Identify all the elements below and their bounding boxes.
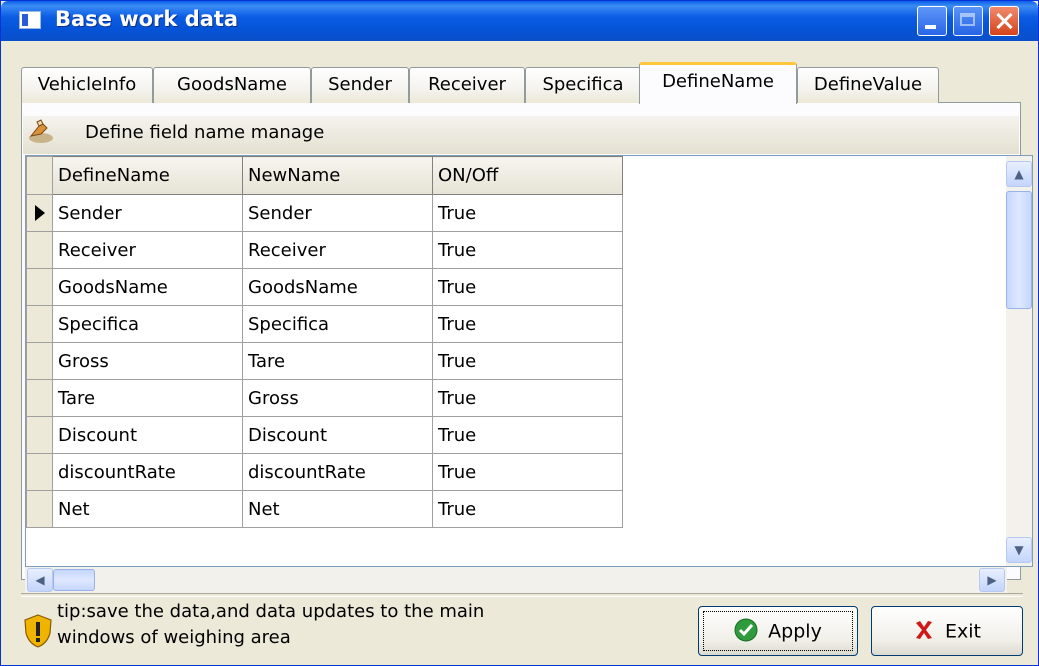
row-header-corner <box>26 156 53 195</box>
cell-onoff[interactable]: True <box>432 268 623 306</box>
cell-newname[interactable]: discountRate <box>242 453 433 491</box>
title-bar[interactable]: Base work data <box>1 1 1038 41</box>
table-row[interactable]: Receiver Receiver True <box>26 231 623 269</box>
cell-definename[interactable]: Specifica <box>52 305 243 343</box>
row-selector[interactable] <box>26 453 53 491</box>
cell-definename[interactable]: Discount <box>52 416 243 454</box>
cell-onoff[interactable]: True <box>432 453 623 491</box>
row-selector[interactable] <box>26 268 53 306</box>
scroll-down-icon[interactable]: ▼ <box>1006 537 1032 563</box>
table-row[interactable]: Tare Gross True <box>26 379 623 417</box>
row-selector[interactable] <box>26 231 53 269</box>
cell-definename[interactable]: Net <box>52 490 243 528</box>
row-selector[interactable] <box>26 490 53 528</box>
green-check-icon <box>734 618 758 641</box>
table-row[interactable]: Gross Tare True <box>26 342 623 380</box>
window-icon[interactable] <box>19 11 41 29</box>
table-row[interactable]: GoodsName GoodsName True <box>26 268 623 306</box>
cell-newname[interactable]: Sender <box>242 194 433 232</box>
close-button[interactable] <box>989 6 1019 36</box>
minimize-button[interactable] <box>917 6 947 36</box>
cell-onoff[interactable]: True <box>432 490 623 528</box>
cell-definename[interactable]: Sender <box>52 194 243 232</box>
row-selector-current[interactable] <box>26 194 53 232</box>
row-selector[interactable] <box>26 416 53 454</box>
vertical-scroll-thumb[interactable] <box>1006 191 1032 309</box>
column-header-definename[interactable]: DefineName <box>52 156 243 195</box>
column-header-onoff[interactable]: ON/Off <box>432 156 623 195</box>
table-row[interactable]: Specifica Specifica True <box>26 305 623 343</box>
tab-definevalue[interactable]: DefineValue <box>797 67 939 103</box>
tab-sender[interactable]: Sender <box>311 67 409 103</box>
cell-newname[interactable]: Specifica <box>242 305 433 343</box>
cell-newname[interactable]: Tare <box>242 342 433 380</box>
focus-rectangle <box>703 611 853 651</box>
maximize-button[interactable] <box>953 6 983 36</box>
cell-onoff[interactable]: True <box>432 305 623 343</box>
table-row[interactable]: discountRate discountRate True <box>26 453 623 491</box>
cell-definename[interactable]: discountRate <box>52 453 243 491</box>
window-title: Base work data <box>55 7 239 31</box>
panel-header-title: Define field name manage <box>85 122 325 143</box>
tab-vehicleinfo[interactable]: VehicleInfo <box>21 67 153 103</box>
cell-onoff[interactable]: True <box>432 231 623 269</box>
column-header-newname[interactable]: NewName <box>242 156 433 195</box>
edit-hand-icon <box>29 119 53 143</box>
apply-button[interactable]: Apply <box>698 606 858 656</box>
definename-grid[interactable]: DefineName NewName ON/Off Sender Sender … <box>25 155 1033 567</box>
cell-newname[interactable]: GoodsName <box>242 268 433 306</box>
scroll-right-icon[interactable]: ▶ <box>979 568 1005 592</box>
cell-newname[interactable]: Gross <box>242 379 433 417</box>
cell-onoff[interactable]: True <box>432 379 623 417</box>
tab-receiver[interactable]: Receiver <box>409 67 525 103</box>
tab-specifica[interactable]: Specifica <box>525 67 641 103</box>
cell-definename[interactable]: Tare <box>52 379 243 417</box>
cell-onoff[interactable]: True <box>432 194 623 232</box>
tab-definename[interactable]: DefineName <box>639 62 797 104</box>
grid-header-row: DefineName NewName ON/Off <box>26 156 623 195</box>
cell-newname[interactable]: Receiver <box>242 231 433 269</box>
cell-definename[interactable]: Receiver <box>52 231 243 269</box>
row-selector[interactable] <box>26 342 53 380</box>
exit-label: Exit <box>945 620 981 643</box>
red-x-icon <box>916 620 932 639</box>
scroll-up-icon[interactable]: ▲ <box>1006 161 1032 187</box>
tip-message: tip:save the data,and data updates to th… <box>57 601 485 648</box>
table-row[interactable]: Net Net True <box>26 490 623 528</box>
cell-onoff[interactable]: True <box>432 416 623 454</box>
scroll-left-icon[interactable]: ◀ <box>27 568 53 592</box>
cell-onoff[interactable]: True <box>432 342 623 380</box>
row-selector[interactable] <box>26 379 53 417</box>
cell-definename[interactable]: Gross <box>52 342 243 380</box>
row-selector[interactable] <box>26 305 53 343</box>
table-row[interactable]: Discount Discount True <box>26 416 623 454</box>
tab-goodsname[interactable]: GoodsName <box>153 67 311 103</box>
cell-newname[interactable]: Net <box>242 490 433 528</box>
warning-shield-icon <box>24 614 52 648</box>
cell-definename[interactable]: GoodsName <box>52 268 243 306</box>
horizontal-scroll-thumb[interactable] <box>53 569 95 591</box>
table-row[interactable]: Sender Sender True <box>26 194 623 232</box>
footer-divider <box>21 593 1023 597</box>
base-work-data-window: Base work data VehicleInfo GoodsName Sen… <box>0 0 1039 666</box>
cell-newname[interactable]: Discount <box>242 416 433 454</box>
exit-button[interactable]: Exit <box>871 606 1023 656</box>
horizontal-scrollbar[interactable] <box>25 567 1007 593</box>
